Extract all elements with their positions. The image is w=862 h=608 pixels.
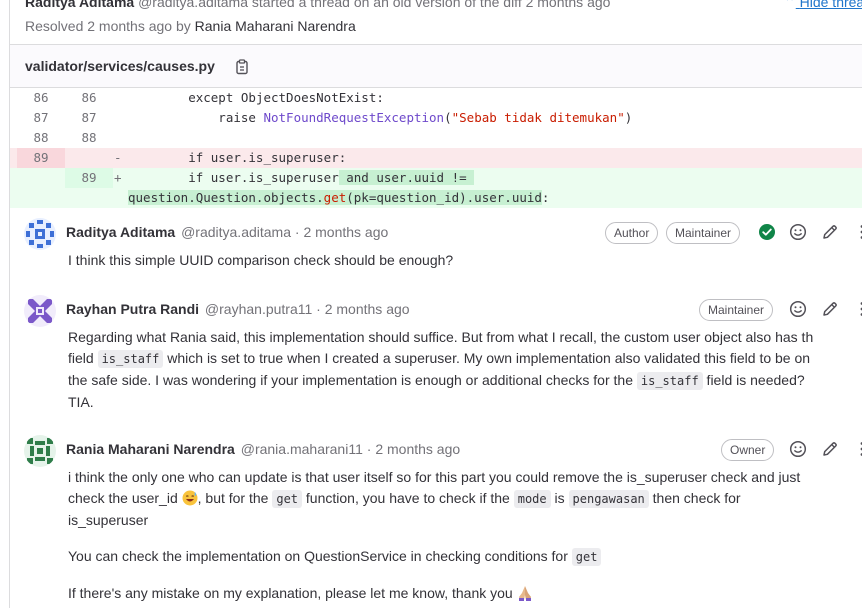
- diff-sign: +: [114, 170, 122, 185]
- avatar[interactable]: [24, 295, 56, 327]
- sweat-smile-emoji-icon: [182, 490, 198, 506]
- diff-sign: -: [114, 150, 122, 165]
- diff-line: 88 88: [10, 128, 862, 148]
- note-author-handle[interactable]: @raditya.aditama: [181, 224, 291, 240]
- note-timestamp[interactable]: · 2 months ago: [295, 224, 388, 240]
- diff-file-header: validator/services/causes.py: [10, 44, 862, 88]
- old-line-number[interactable]: 86: [17, 88, 65, 108]
- more-vertical-icon[interactable]: [853, 440, 862, 458]
- note-header: Raditya Aditama @raditya.aditama · 2 mon…: [66, 224, 388, 240]
- author-badge: Author: [605, 222, 659, 244]
- pencil-icon[interactable]: [821, 440, 839, 458]
- new-line-number[interactable]: 86: [65, 88, 113, 108]
- note-author-name[interactable]: Rayhan Putra Randi: [66, 301, 199, 317]
- smile-icon[interactable]: [789, 223, 807, 241]
- diff-table: 86 86 except ObjectDoesNotExist: 87 87 r…: [10, 88, 862, 208]
- thread-header: Raditya Aditama @raditya.aditama started…: [25, 0, 610, 10]
- smile-icon[interactable]: [789, 300, 807, 318]
- resolved-prefix: Resolved 2 months ago by: [25, 18, 191, 34]
- old-line-number[interactable]: 89: [17, 148, 65, 168]
- note-author-handle[interactable]: @rayhan.putra11: [205, 301, 312, 317]
- note-text: If there's any mistake on my explanation…: [68, 583, 862, 604]
- thread-header-text: @raditya.aditama started a thread on an …: [138, 0, 611, 10]
- note-author-handle[interactable]: @rania.maharani11: [241, 441, 363, 457]
- diff-line-added: 89 + if user.is_superuser and user.uuid …: [10, 168, 862, 188]
- copy-to-clipboard-icon[interactable]: [235, 59, 249, 75]
- pencil-icon[interactable]: [821, 223, 839, 241]
- note-text: i think the only one who can update is t…: [68, 469, 801, 528]
- old-line-number[interactable]: 88: [17, 128, 65, 148]
- old-line-number[interactable]: 87: [17, 108, 65, 128]
- note-author-name[interactable]: Rania Maharani Narendra: [66, 441, 235, 457]
- inline-code: mode: [513, 490, 551, 508]
- resolved-by-user[interactable]: Rania Maharani Narendra: [195, 18, 356, 34]
- maintainer-badge: Maintainer: [699, 299, 774, 321]
- note-body: I think this simple UUID comparison chec…: [68, 250, 862, 286]
- code-line: raise NotFoundRequestException("Sebab ti…: [128, 110, 633, 125]
- diff-line: 87 87 raise NotFoundRequestException("Se…: [10, 108, 862, 128]
- new-line-number[interactable]: 87: [65, 108, 113, 128]
- note-header: Rayhan Putra Randi @rayhan.putra11 · 2 m…: [66, 301, 410, 317]
- diff-line-removed: 89 - if user.is_superuser:: [10, 148, 862, 168]
- note-author-name[interactable]: Raditya Aditama: [66, 224, 175, 240]
- code-line: except ObjectDoesNotExist:: [128, 90, 384, 105]
- code-line-continuation: question.Question.objects.get(pk=questio…: [128, 190, 550, 205]
- file-path[interactable]: validator/services/causes.py: [25, 58, 215, 74]
- new-line-number[interactable]: 89: [65, 168, 113, 188]
- note-timestamp[interactable]: · 2 months ago: [367, 441, 460, 457]
- more-vertical-icon[interactable]: [853, 300, 862, 318]
- owner-badge: Owner: [721, 439, 775, 461]
- avatar[interactable]: [24, 435, 56, 467]
- resolved-status: Resolved 2 months ago by Rania Maharani …: [25, 18, 356, 34]
- thread-author[interactable]: Raditya Aditama: [25, 0, 134, 10]
- more-vertical-icon[interactable]: [853, 223, 862, 241]
- note-text: Regarding what Rania said, this implemen…: [68, 329, 814, 410]
- new-line-number[interactable]: 88: [65, 128, 113, 148]
- inline-code: get: [272, 490, 303, 508]
- chevron-up-icon: ⌃: [784, 0, 796, 10]
- inline-code: get: [571, 548, 602, 566]
- check-circle-icon[interactable]: [758, 223, 776, 241]
- smile-icon[interactable]: [789, 440, 807, 458]
- code-line: if user.is_superuser:: [128, 150, 347, 165]
- pencil-icon[interactable]: [821, 300, 839, 318]
- note-header: Rania Maharani Narendra @rania.maharani1…: [66, 441, 460, 457]
- diff-line-added-wrap: question.Question.objects.get(pk=questio…: [10, 188, 862, 208]
- hide-thread-label: Hide thread: [799, 0, 862, 10]
- inline-code: is_staff: [97, 350, 164, 368]
- inline-code: pengawasan: [568, 490, 649, 508]
- note-body: i think the only one who can update is t…: [68, 467, 862, 608]
- note-text: You can check the implementation on Ques…: [68, 546, 862, 568]
- hide-thread-link[interactable]: ⌃ Hide thread: [784, 0, 862, 11]
- inline-code: is_staff: [636, 372, 703, 390]
- note-timestamp[interactable]: · 2 months ago: [316, 301, 409, 317]
- diff-line: 86 86 except ObjectDoesNotExist:: [10, 88, 862, 108]
- note-body: Regarding what Rania said, this implemen…: [68, 327, 862, 428]
- maintainer-badge: Maintainer: [666, 222, 741, 244]
- avatar[interactable]: [24, 218, 56, 250]
- folded-hands-emoji-icon: [517, 585, 533, 601]
- code-line: if user.is_superuser and user.uuid !=: [128, 170, 475, 185]
- note-text: I think this simple UUID comparison chec…: [68, 252, 454, 268]
